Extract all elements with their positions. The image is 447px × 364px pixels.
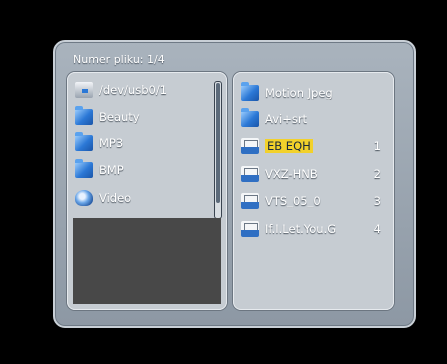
file-item-label: VXZ-HNB	[265, 167, 318, 181]
file-item-1[interactable]: EB EQH 1	[241, 136, 391, 156]
file-item-avi-srt[interactable]: Avi+srt	[241, 108, 391, 129]
folder-icon	[241, 82, 259, 101]
dir-item-label: Beauty	[99, 110, 140, 124]
file-item-number: 1	[373, 139, 381, 153]
file-item-label: Avi+srt	[265, 112, 308, 126]
dir-item-mp3[interactable]: MP3	[75, 132, 213, 153]
dir-item-usb[interactable]: /dev/usb0/1	[75, 80, 213, 100]
scrollbar-thumb[interactable]	[216, 83, 220, 203]
file-item-label: Motion Jpeg	[265, 86, 333, 100]
preview-area	[73, 218, 221, 304]
folder-icon	[75, 159, 93, 178]
right-panel-file-list: Motion Jpeg Avi+srt EB EQH 1 VXZ-HNB 2 V…	[233, 72, 394, 310]
file-number-title: Numer pliku: 1/4	[73, 53, 165, 66]
dir-item-label: Video	[99, 191, 132, 205]
file-item-number: 2	[373, 167, 381, 181]
folder-icon	[75, 106, 93, 125]
file-item-label: If.I.Let.You.G	[265, 222, 337, 236]
left-scrollbar[interactable]	[214, 81, 222, 219]
dir-item-beauty[interactable]: Beauty	[75, 106, 213, 127]
video-file-icon	[241, 193, 259, 209]
file-item-number: 4	[373, 222, 381, 236]
file-item-label: EB EQH	[265, 139, 313, 153]
video-file-icon	[241, 138, 259, 154]
file-item-label: VTS_05_0	[265, 194, 321, 208]
dir-item-label: MP3	[99, 136, 124, 150]
left-panel-directory-list: /dev/usb0/1 Beauty MP3 BMP Video	[67, 72, 227, 310]
usb-drive-icon	[75, 82, 93, 98]
file-item-2[interactable]: VXZ-HNB 2	[241, 164, 391, 184]
folder-icon	[241, 108, 259, 127]
disc-icon	[75, 190, 93, 206]
file-item-3[interactable]: VTS_05_0 3	[241, 191, 391, 211]
folder-icon	[75, 132, 93, 151]
dir-item-label: /dev/usb0/1	[99, 83, 168, 97]
dir-item-label: BMP	[99, 163, 124, 177]
dir-item-video[interactable]: Video	[75, 188, 213, 208]
file-item-motion-jpeg[interactable]: Motion Jpeg	[241, 82, 391, 103]
file-item-number: 3	[373, 194, 381, 208]
file-item-4[interactable]: If.I.Let.You.G 4	[241, 219, 391, 239]
dir-item-bmp[interactable]: BMP	[75, 159, 213, 180]
video-file-icon	[241, 166, 259, 182]
video-file-icon	[241, 221, 259, 237]
